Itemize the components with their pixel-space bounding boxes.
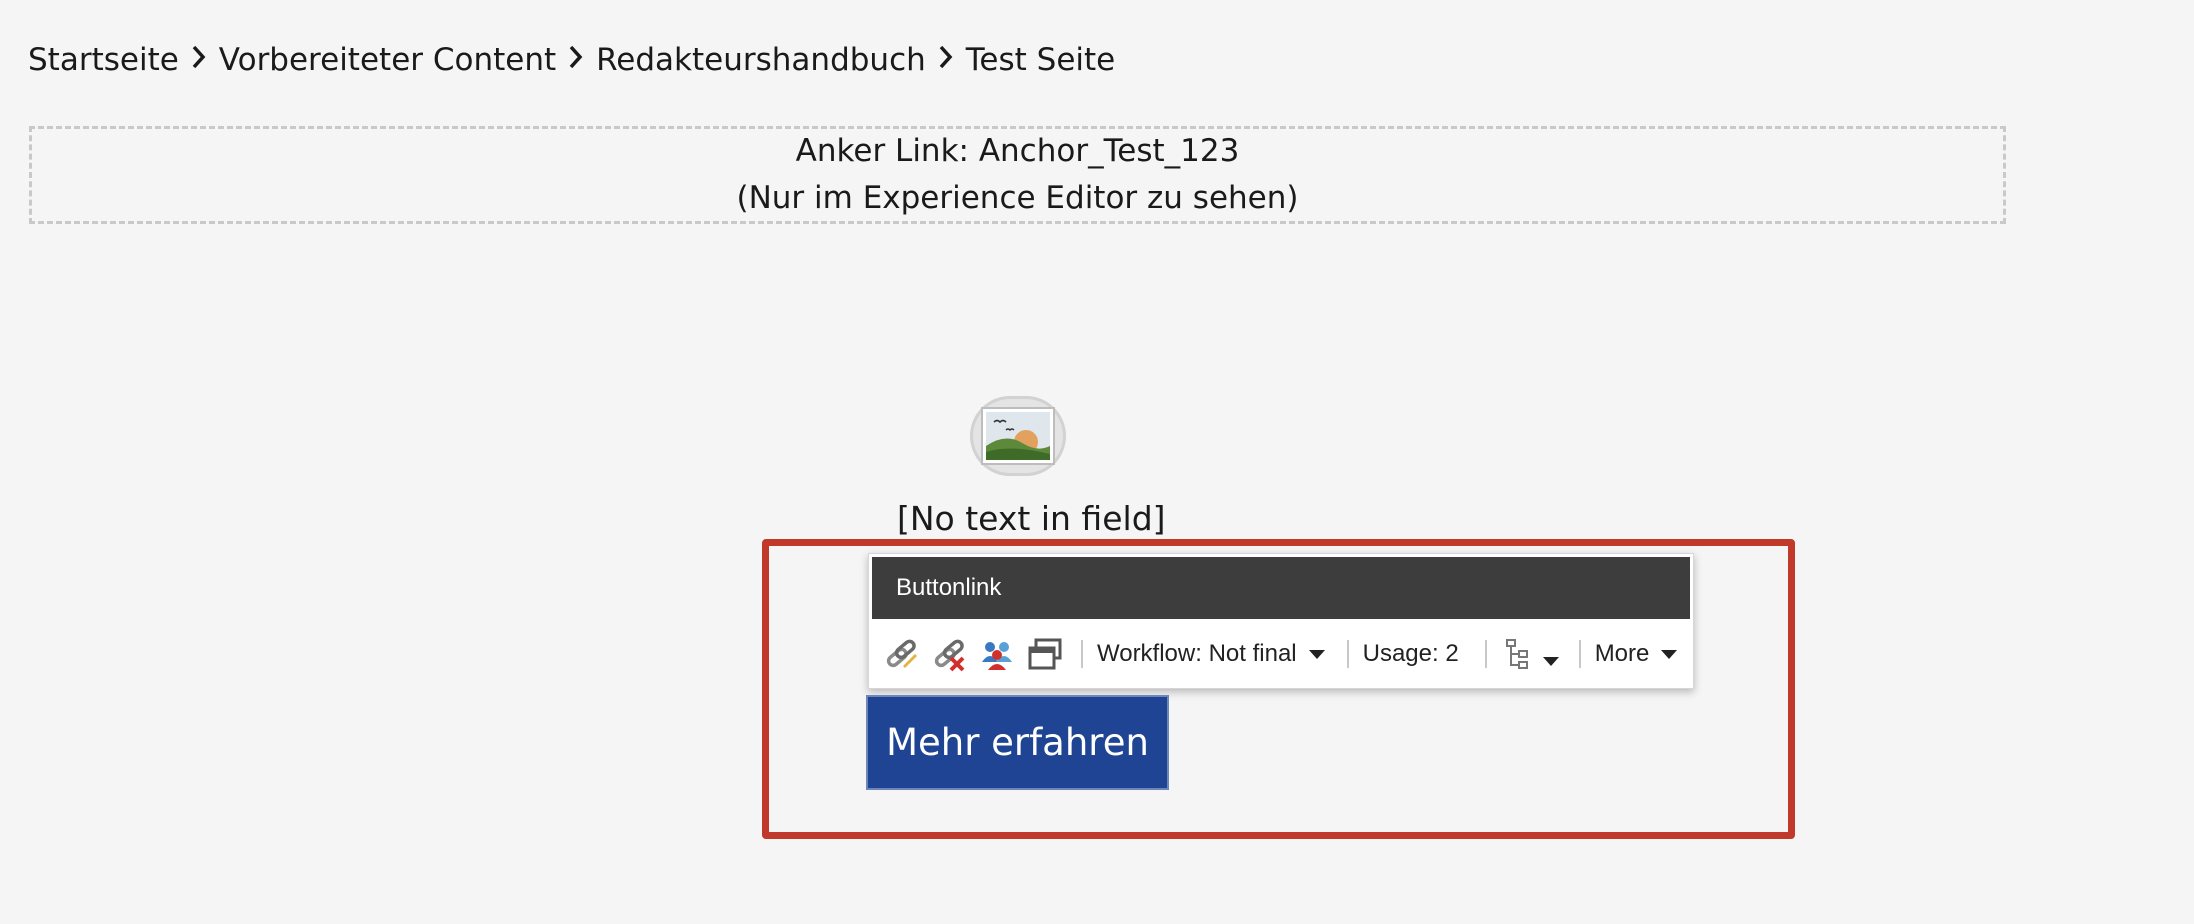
anchor-link-box[interactable]: Anker Link: Anchor_Test_123 (Nur im Expe… (29, 126, 2006, 224)
breadcrumb-item-redakteurshandbuch[interactable]: Redakteurshandbuch (596, 42, 926, 78)
caret-down-icon (1308, 649, 1325, 659)
image-placeholder-icon[interactable] (970, 396, 1066, 476)
usage-link[interactable]: Usage: 2 (1363, 640, 1459, 668)
toolbar-separator (1578, 640, 1581, 668)
personalize-icon[interactable] (979, 636, 1015, 672)
toolbar-separator (1346, 640, 1349, 668)
breadcrumb: Startseite Vorbereiteter Content Redakte… (28, 38, 1115, 82)
caret-down-icon (1661, 649, 1678, 659)
breadcrumb-item-vorbereiteter-content[interactable]: Vorbereiteter Content (219, 42, 556, 78)
anchor-link-note: (Nur im Experience Editor zu sehen) (736, 180, 1299, 216)
toolbar-separator (1081, 640, 1083, 668)
breadcrumb-item-startseite[interactable]: Startseite (28, 42, 179, 78)
structure-icon (1501, 636, 1537, 672)
chevron-right-icon (179, 45, 219, 75)
toolbar-actions: Workflow: Not final Usage: 2 More (869, 619, 1693, 689)
window-icon[interactable] (1027, 636, 1063, 672)
structure-dropdown[interactable] (1501, 636, 1559, 672)
chevron-right-icon (926, 45, 966, 75)
empty-text-field[interactable]: [No text in field] (897, 496, 1166, 542)
mehr-erfahren-button[interactable]: Mehr erfahren (866, 695, 1169, 790)
more-label: More (1594, 640, 1650, 667)
workflow-label: Workflow: Not final (1097, 640, 1297, 667)
toolbar-separator (1484, 640, 1487, 668)
toolbar-title: Buttonlink (872, 557, 1690, 619)
caret-down-icon (1542, 656, 1559, 666)
more-dropdown[interactable]: More (1595, 640, 1678, 668)
edit-link-icon[interactable] (883, 636, 919, 672)
buttonlink-toolbar: Buttonlink Workflow: Not final Usage: 2 … (868, 553, 1694, 689)
chevron-right-icon (556, 45, 596, 75)
workflow-dropdown[interactable]: Workflow: Not final (1097, 640, 1325, 668)
breadcrumb-item-current: Test Seite (965, 42, 1116, 78)
anchor-link-label: Anker Link: Anchor_Test_123 (795, 133, 1240, 169)
remove-link-icon[interactable] (931, 636, 967, 672)
